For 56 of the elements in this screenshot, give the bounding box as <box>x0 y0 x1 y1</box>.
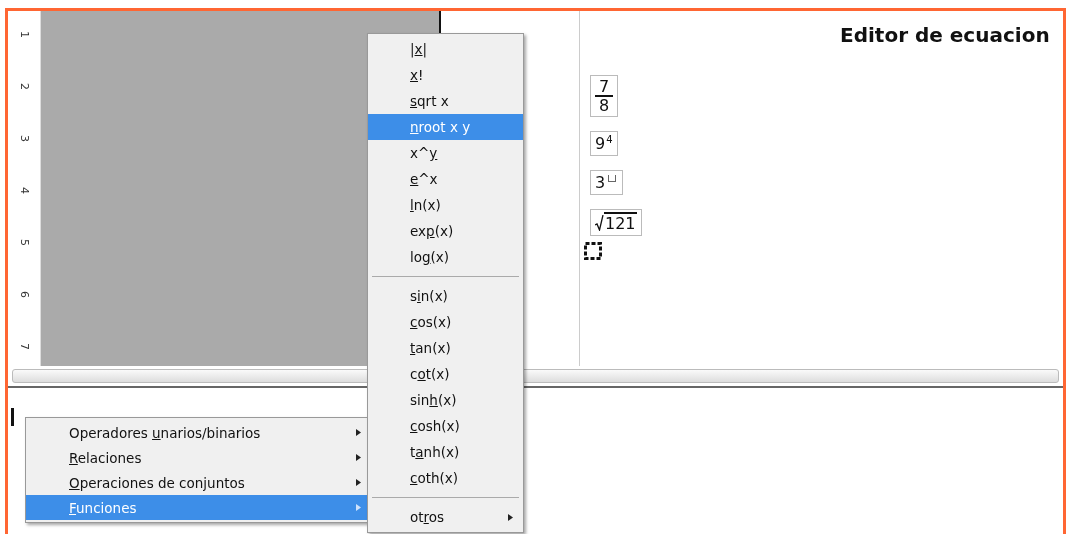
menu-item-label: sinh(x) <box>410 392 458 408</box>
ruler-number: 1 <box>16 31 32 38</box>
document-title: Editor de ecuacion <box>840 23 1051 47</box>
menu-item-label: cosh(x) <box>410 418 461 434</box>
menu-item[interactable]: sin(x) <box>368 283 523 309</box>
menu-item[interactable]: coth(x) <box>368 465 523 491</box>
menu-item[interactable]: exp(x) <box>368 218 523 244</box>
power-formula: 3 <box>590 170 624 195</box>
fraction-formula: 7 8 <box>590 75 618 117</box>
menu-item[interactable]: x^y <box>368 140 523 166</box>
menu-item-label: Relaciones <box>69 449 143 466</box>
menu-item-label: exp(x) <box>410 223 455 239</box>
menu-item[interactable]: tan(x) <box>368 335 523 361</box>
menu-item[interactable]: |x| <box>368 36 523 62</box>
ruler-number: 4 <box>16 187 32 194</box>
menu-item[interactable]: sqrt x <box>368 88 523 114</box>
menu-item[interactable]: Relaciones <box>26 445 371 470</box>
ruler-number: 6 <box>16 291 32 298</box>
menu-item-label: Operadores unarios/binarios <box>69 424 262 441</box>
ruler-number: 3 <box>16 135 32 142</box>
menu-item[interactable]: e^x <box>368 166 523 192</box>
menu-item-label: coth(x) <box>410 470 460 486</box>
menu-item[interactable]: tanh(x) <box>368 439 523 465</box>
menu-item[interactable]: cot(x) <box>368 361 523 387</box>
radical-sign-icon <box>595 214 604 231</box>
menu-item-label: nroot x y <box>410 119 472 135</box>
menu-item-label: x^y <box>410 145 439 161</box>
menu-item-label: Operaciones de conjuntos <box>69 474 246 491</box>
menu-item-label: sqrt x <box>410 93 450 109</box>
ruler-number: 5 <box>16 239 32 246</box>
menu-item-label: Funciones <box>69 499 138 516</box>
menu-item-label: otros <box>410 509 446 525</box>
menu-item-label: cos(x) <box>410 314 453 330</box>
ruler-number: 2 <box>16 83 32 90</box>
text-cursor <box>11 408 14 426</box>
menu-item-label: tanh(x) <box>410 444 461 460</box>
menu-item[interactable]: cos(x) <box>368 309 523 335</box>
ruler-number: 7 <box>16 343 32 350</box>
menu-item[interactable]: log(x) <box>368 244 523 270</box>
menu-item-label: |x| <box>410 41 429 57</box>
square-root-formula: 121 <box>590 209 642 236</box>
placeholder-icon <box>584 242 602 260</box>
menu-item-label: tan(x) <box>410 340 452 356</box>
menu-item-label: x! <box>410 67 425 83</box>
menu-item-label: log(x) <box>410 249 451 265</box>
menu-item-label: cot(x) <box>410 366 451 382</box>
menu-item[interactable]: Operadores unarios/binarios <box>26 420 371 445</box>
menu-item[interactable]: Operaciones de conjuntos <box>26 470 371 495</box>
menu-item[interactable]: cosh(x) <box>368 413 523 439</box>
menu-item[interactable]: otros <box>368 504 523 530</box>
menu-item[interactable]: ln(x) <box>368 192 523 218</box>
menu-item-label: e^x <box>410 171 439 187</box>
menu-item[interactable]: x! <box>368 62 523 88</box>
menu-item[interactable]: sinh(x) <box>368 387 523 413</box>
menu-item-label: ln(x) <box>410 197 442 213</box>
menu-item-label: sin(x) <box>410 288 449 304</box>
